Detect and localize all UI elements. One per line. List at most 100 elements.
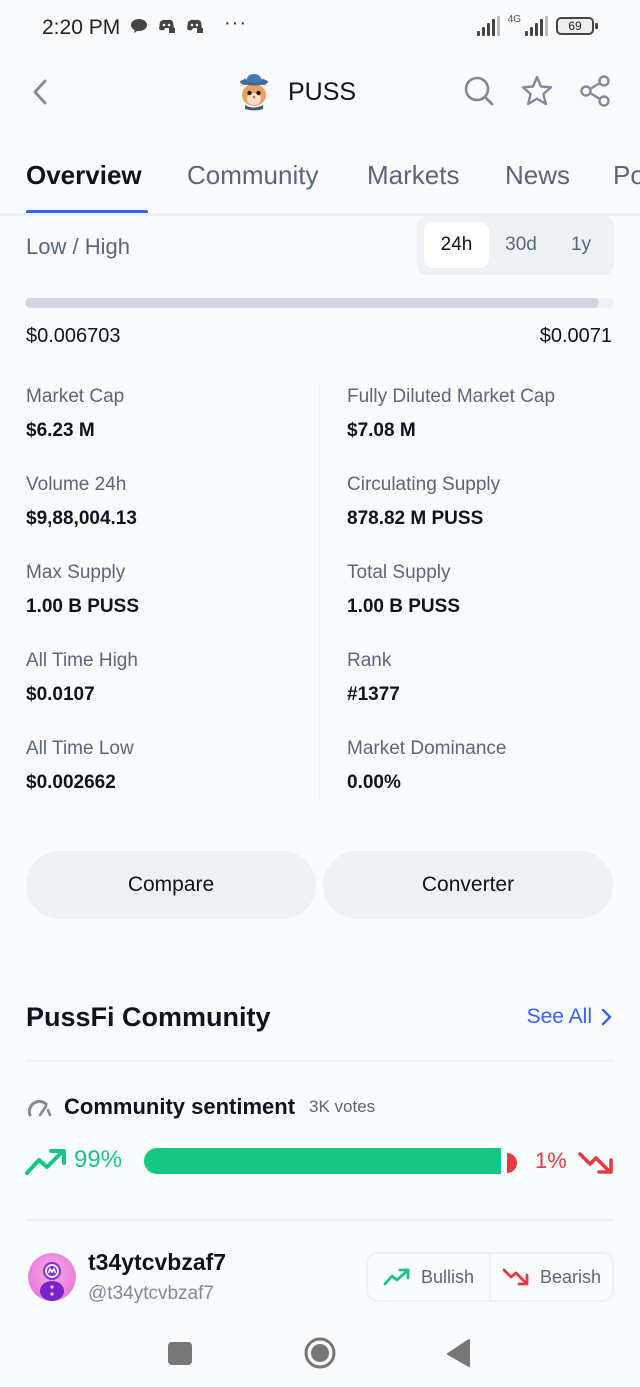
stat-value: 1.00 B PUSS — [26, 596, 139, 617]
home-icon — [304, 1337, 336, 1369]
section-divider — [26, 1219, 614, 1221]
low-high-range-fill — [25, 298, 600, 308]
bearish-button[interactable]: Bearish — [489, 1254, 612, 1300]
chevron-left-icon — [33, 79, 47, 105]
stat-market-dominance: Market Dominance 0.00% — [347, 738, 506, 794]
stat-rank: Rank #1377 — [347, 650, 400, 706]
user-avatar[interactable] — [28, 1253, 76, 1301]
stat-all-time-high: All Time High $0.0107 — [26, 650, 138, 706]
tab-overview[interactable]: Overview — [26, 160, 142, 191]
see-all-label: See All — [526, 1005, 592, 1028]
compare-button[interactable]: Compare — [26, 851, 316, 919]
stat-label: Circulating Supply — [347, 474, 501, 495]
bearish-label: Bearish — [539, 1266, 602, 1287]
star-icon — [521, 75, 553, 106]
network-type: 4G — [507, 13, 521, 25]
stat-value: 878.82 M PUSS — [347, 508, 484, 529]
range-low-value: $0.006703 — [26, 325, 121, 347]
stat-label: Market Cap — [26, 386, 125, 407]
range-24h[interactable]: 24h — [424, 222, 489, 268]
sentiment-vote-group: Bullish Bearish — [366, 1252, 614, 1302]
system-indicators: 4G 69 — [476, 13, 598, 36]
stat-fully-diluted-market-cap: Fully Diluted Market Cap $7.08 M — [347, 386, 555, 442]
battery-icon: 69 — [556, 17, 598, 35]
back-icon — [447, 1339, 470, 1367]
bearish-bar — [507, 1153, 517, 1173]
community-sentiment-header: Community sentiment 3K votes — [26, 1094, 375, 1120]
converter-button[interactable]: Converter — [323, 851, 613, 919]
stat-label: All Time High — [26, 650, 138, 671]
stat-label: Max Supply — [26, 562, 126, 583]
stat-market-cap: Market Cap $6.23 M — [26, 386, 124, 442]
sentiment-votes: 3K votes — [309, 1097, 376, 1116]
status-bar: 2:20 PM ··· 4G 69 — [0, 0, 640, 58]
signal-icon — [525, 16, 548, 36]
trending-up-icon — [25, 1149, 66, 1175]
signal-icon — [476, 16, 500, 36]
stat-value: $6.23 M — [26, 420, 95, 441]
bullish-bar — [144, 1148, 501, 1174]
stat-value: 0.00% — [347, 772, 401, 793]
stat-max-supply: Max Supply 1.00 B PUSS — [26, 562, 139, 618]
stat-all-time-low: All Time Low $0.002662 — [26, 738, 134, 794]
more-notifications-icon: ··· — [224, 12, 247, 34]
trending-down-icon — [578, 1152, 613, 1174]
stat-label: Total Supply — [347, 562, 451, 583]
section-divider — [26, 1060, 614, 1062]
bearish-percentage: 1% — [535, 1148, 567, 1173]
tab-portfolio[interactable]: Po — [613, 160, 640, 191]
recents-button[interactable] — [160, 1333, 200, 1373]
notification-icons — [130, 18, 204, 34]
low-high-label: Low / High — [26, 234, 130, 259]
tab-markets[interactable]: Markets — [367, 160, 459, 191]
range-1y[interactable]: 1y — [553, 222, 609, 268]
stat-label: All Time Low — [26, 738, 134, 759]
stat-value: 1.00 B PUSS — [347, 596, 460, 617]
gauge-icon — [27, 1099, 52, 1117]
search-button[interactable] — [462, 74, 496, 108]
app-header: PUSS — [0, 62, 640, 122]
discord-icon — [187, 19, 203, 33]
see-all-link[interactable]: See All — [527, 1005, 612, 1029]
bullish-button[interactable]: Bullish — [368, 1254, 489, 1300]
coin-symbol: PUSS — [288, 77, 357, 106]
range-30d[interactable]: 30d — [489, 222, 553, 268]
coin-header: PUSS — [234, 72, 356, 112]
search-icon — [464, 76, 494, 106]
share-icon — [580, 75, 610, 107]
stat-value: #1377 — [347, 684, 400, 705]
tab-community[interactable]: Community — [187, 160, 318, 191]
home-button[interactable] — [300, 1333, 340, 1373]
stat-total-supply: Total Supply 1.00 B PUSS — [347, 562, 460, 618]
stats-divider — [319, 383, 320, 799]
recents-icon — [168, 1342, 192, 1365]
system-back-button[interactable] — [438, 1333, 478, 1373]
stat-label: Rank — [347, 650, 392, 671]
chevron-right-icon — [601, 1008, 612, 1026]
chat-bubble-icon — [131, 19, 147, 33]
back-button[interactable] — [26, 76, 56, 108]
stat-value: $9,88,004.13 — [26, 508, 137, 529]
community-section-title: PussFi Community — [26, 1002, 271, 1032]
stat-value: $0.0107 — [26, 684, 95, 705]
trending-down-icon — [502, 1268, 529, 1286]
stat-value: $0.002662 — [26, 772, 116, 793]
tab-news[interactable]: News — [505, 160, 570, 191]
discord-icon — [159, 19, 175, 33]
tab-bar: Overview Community Markets News Po — [0, 150, 640, 216]
range-high-value: $0.0071 — [539, 325, 612, 347]
bullish-label: Bullish — [420, 1266, 475, 1287]
status-time: 2:20 PM — [42, 16, 121, 39]
range-selector: 24h 30d 1y — [417, 216, 614, 275]
watchlist-button[interactable] — [520, 74, 554, 108]
coin-logo — [240, 74, 268, 111]
stat-label: Market Dominance — [347, 738, 507, 759]
bullish-percentage: 99% — [74, 1146, 123, 1173]
post-author-handle: @t34ytcvbzaf7 — [88, 1283, 214, 1304]
share-button[interactable] — [578, 74, 612, 108]
system-nav-bar — [0, 1317, 640, 1387]
trending-up-icon — [383, 1268, 410, 1286]
active-tab-indicator — [26, 210, 148, 213]
stat-value: $7.08 M — [347, 420, 416, 441]
post-author-name[interactable]: t34ytcvbzaf7 — [88, 1249, 226, 1276]
